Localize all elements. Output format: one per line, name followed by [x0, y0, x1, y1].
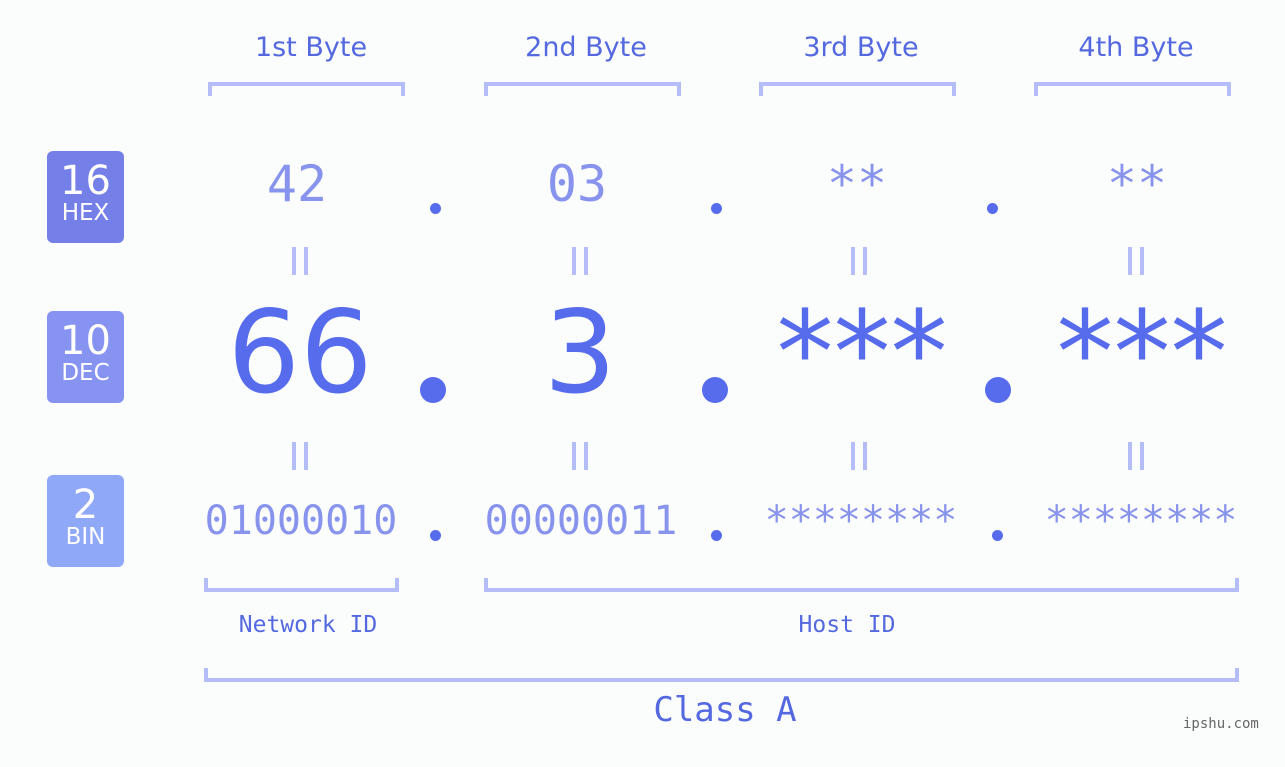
dec-badge-label: DEC: [61, 360, 110, 386]
bin-badge: 2 BIN: [47, 475, 124, 567]
dec-byte-3: ***: [776, 286, 948, 419]
bin-dot-2: [711, 530, 722, 541]
bin-byte-3: ********: [764, 498, 958, 544]
hex-byte-2: 03: [546, 155, 608, 213]
hex-badge-number: 16: [60, 158, 111, 204]
bin-dot-3: [992, 530, 1003, 541]
dec-dot-2: [702, 377, 728, 403]
hex-dot-2: [711, 203, 722, 214]
class-bracket: [204, 668, 1239, 682]
hex-byte-3: **: [826, 155, 888, 213]
network-id-bracket: [204, 578, 399, 592]
class-label: Class A: [653, 690, 797, 730]
equals-icon: [572, 442, 588, 470]
watermark: ipshu.com: [1183, 716, 1259, 732]
equals-icon: [572, 247, 588, 275]
dec-badge-number: 10: [60, 318, 111, 364]
bracket-byte-1: [208, 82, 405, 96]
equals-icon: [851, 442, 867, 470]
hex-dot-3: [987, 203, 998, 214]
dec-dot-3: [985, 377, 1011, 403]
dec-byte-2: 3: [543, 286, 617, 419]
hex-byte-4: **: [1106, 155, 1168, 213]
header-byte-2: 2nd Byte: [525, 32, 647, 63]
equals-icon: [1128, 442, 1144, 470]
bin-badge-number: 2: [72, 482, 99, 528]
bin-byte-4: ********: [1044, 498, 1238, 544]
equals-icon: [1128, 247, 1144, 275]
host-id-label: Host ID: [798, 612, 896, 638]
equals-icon: [292, 442, 308, 470]
bracket-byte-4: [1034, 82, 1231, 96]
equals-icon: [292, 247, 308, 275]
header-byte-3: 3rd Byte: [803, 32, 919, 63]
hex-badge-label: HEX: [61, 200, 110, 226]
network-id-label: Network ID: [238, 612, 378, 638]
bracket-byte-3: [759, 82, 956, 96]
hex-dot-1: [430, 203, 441, 214]
equals-icon: [851, 247, 867, 275]
hex-byte-1: 42: [266, 155, 328, 213]
bracket-byte-2: [484, 82, 681, 96]
host-id-bracket: [484, 578, 1239, 592]
bin-dot-1: [430, 530, 441, 541]
header-byte-1: 1st Byte: [254, 32, 368, 63]
bin-byte-2: 00000011: [484, 498, 678, 544]
dec-badge: 10 DEC: [47, 311, 124, 403]
bin-badge-label: BIN: [65, 524, 106, 550]
bin-byte-1: 01000010: [204, 498, 398, 544]
dec-byte-4: ***: [1056, 286, 1228, 419]
dec-byte-1: 66: [227, 286, 373, 419]
header-byte-4: 4th Byte: [1078, 32, 1194, 63]
dec-dot-1: [420, 377, 446, 403]
hex-badge: 16 HEX: [47, 151, 124, 243]
